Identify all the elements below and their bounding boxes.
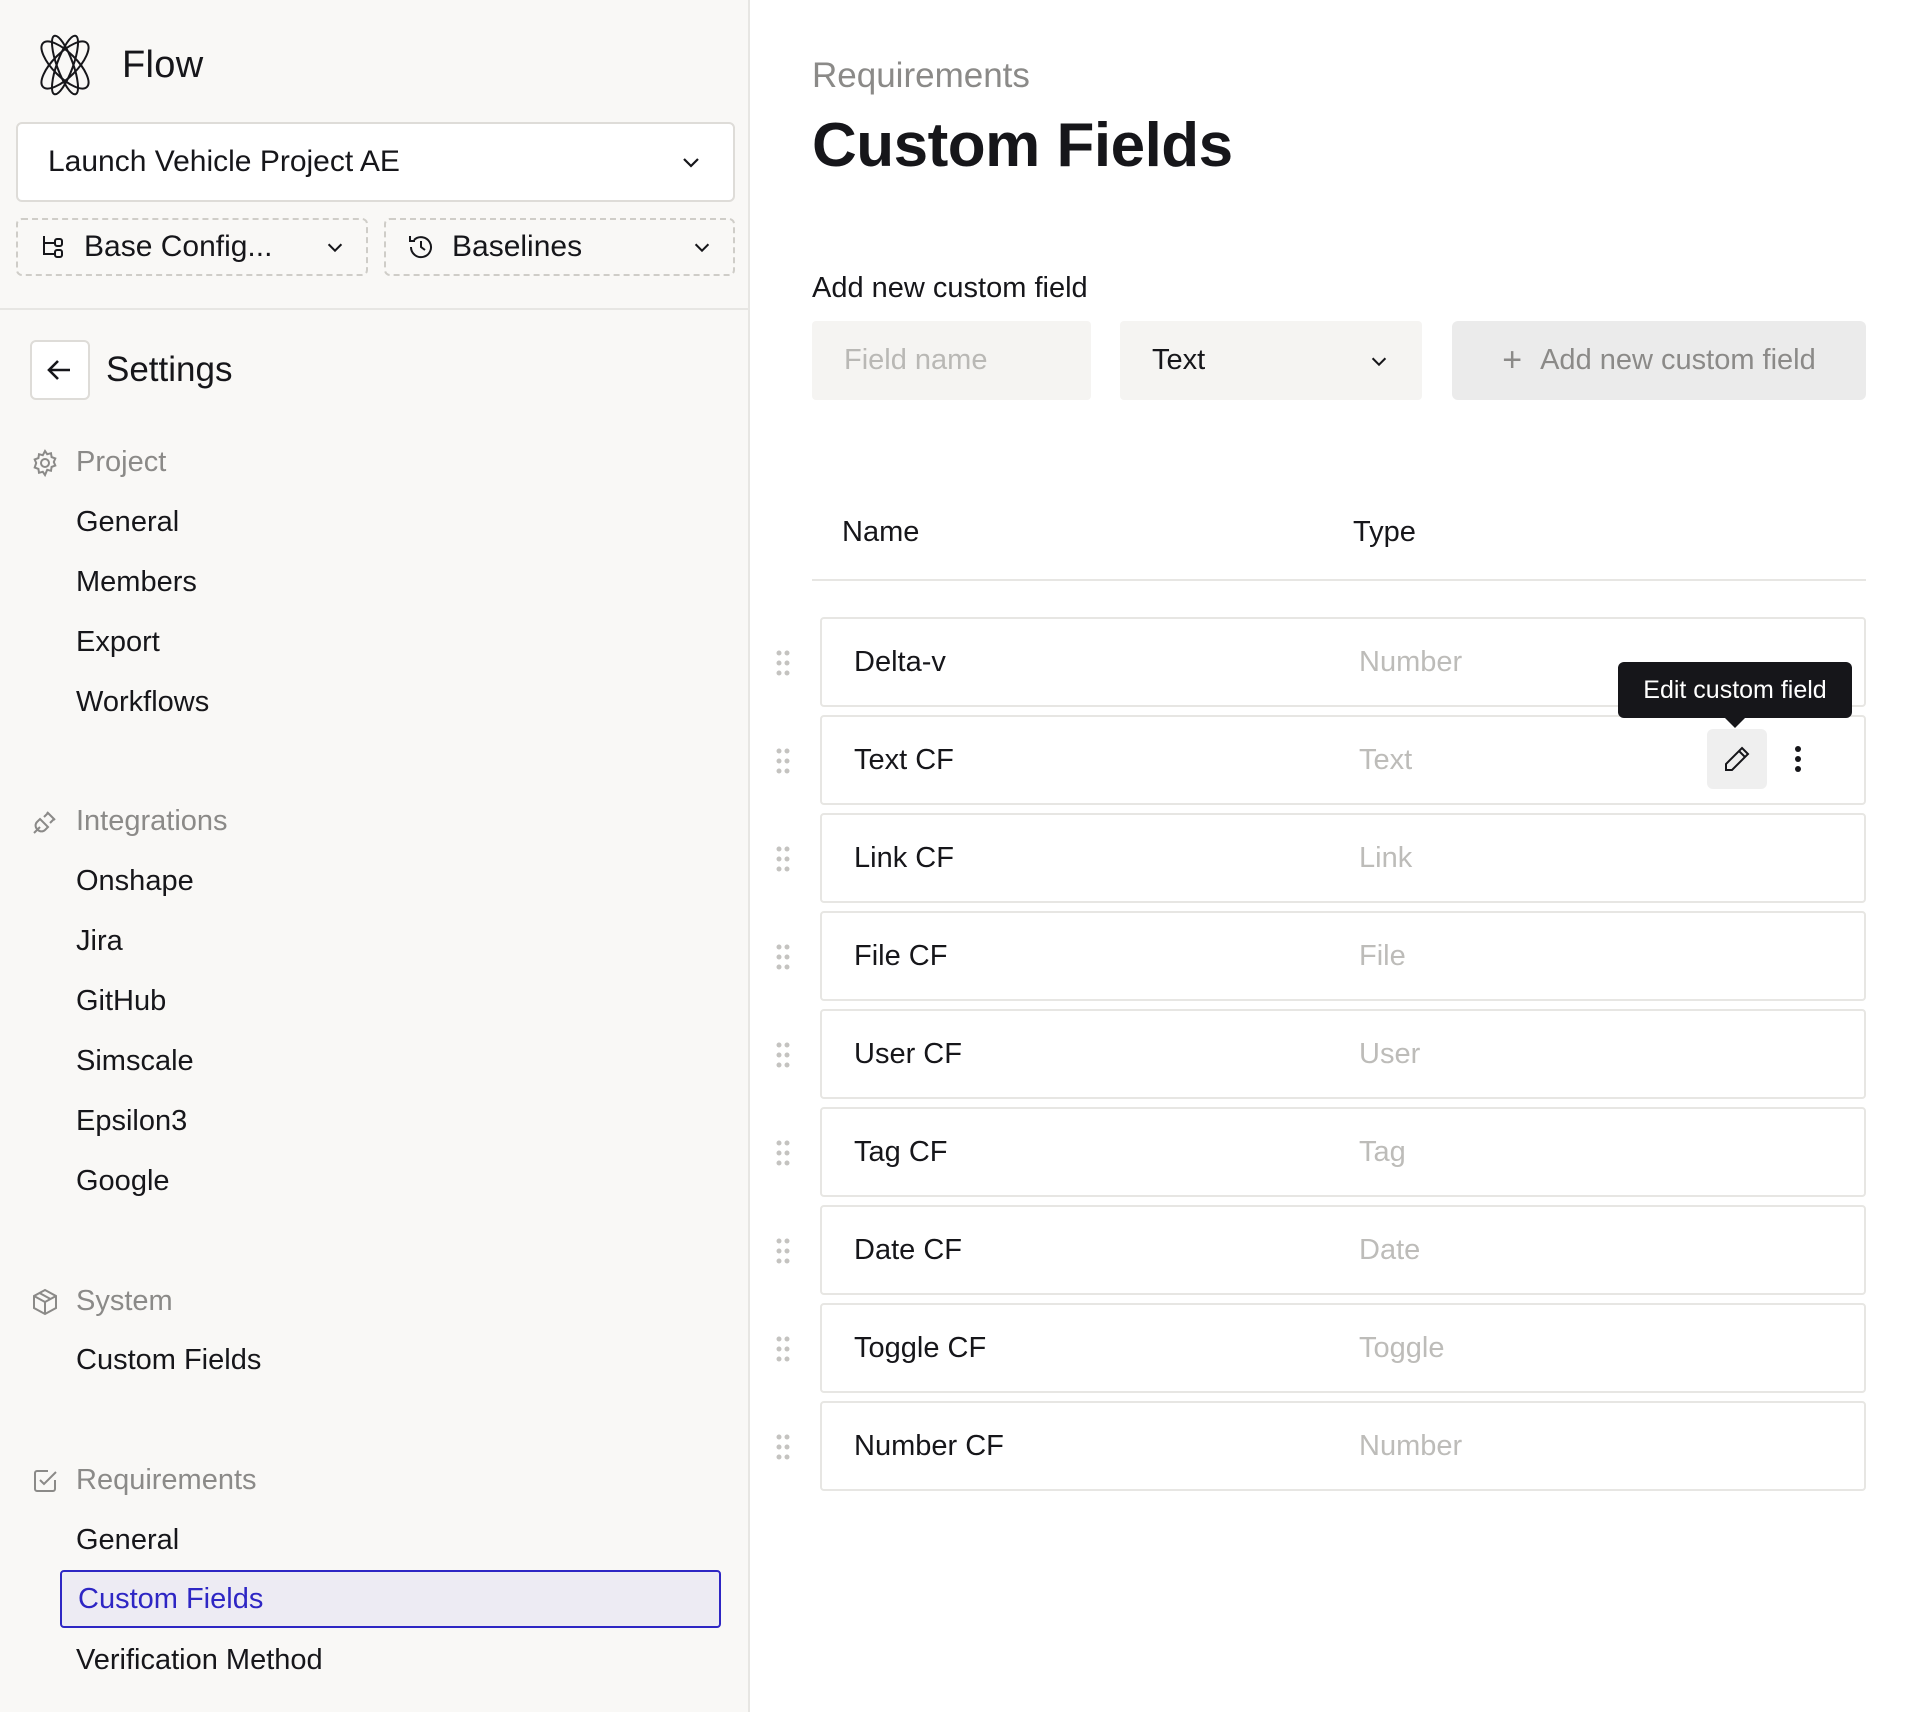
drag-handle-icon[interactable] bbox=[776, 650, 790, 676]
baselines-dropdown[interactable]: Baselines bbox=[384, 218, 735, 276]
row-name: Date CF bbox=[854, 1233, 962, 1266]
table-row[interactable]: Text CF Text bbox=[820, 715, 1866, 805]
table-header-divider bbox=[812, 579, 1866, 581]
nav-group-integrations: Integrations bbox=[30, 805, 228, 838]
add-custom-field-label: Add new custom field bbox=[1540, 344, 1816, 376]
kebab-menu-icon bbox=[1795, 746, 1801, 772]
table-row[interactable]: Tag CF Tag bbox=[820, 1107, 1866, 1197]
nav-group-label: System bbox=[76, 1285, 173, 1317]
config-dropdown[interactable]: Base Config... bbox=[16, 218, 368, 276]
drag-handle-icon[interactable] bbox=[776, 748, 790, 774]
pencil-icon bbox=[1725, 746, 1750, 771]
row-type: Link bbox=[1359, 841, 1413, 874]
table-row[interactable]: Link CF Link bbox=[820, 813, 1866, 903]
project-dropdown-value: Launch Vehicle Project AE bbox=[48, 145, 400, 178]
nav-group-label: Integrations bbox=[76, 805, 228, 837]
add-custom-field-button[interactable]: + Add new custom field bbox=[1452, 321, 1866, 400]
row-name: Tag CF bbox=[854, 1135, 948, 1168]
row-type: Toggle bbox=[1359, 1331, 1445, 1364]
row-name: Delta-v bbox=[854, 645, 946, 678]
history-icon bbox=[409, 236, 432, 259]
nav-item-simscale[interactable]: Simscale bbox=[76, 1039, 194, 1083]
row-name: User CF bbox=[854, 1037, 962, 1070]
drag-handle-icon[interactable] bbox=[776, 944, 790, 970]
flow-logo-icon bbox=[40, 34, 90, 96]
table-row[interactable]: Toggle CF Toggle bbox=[820, 1303, 1866, 1393]
row-type: Number bbox=[1359, 1429, 1463, 1462]
nav-item-verification-method[interactable]: Verification Method bbox=[76, 1638, 323, 1682]
breadcrumb[interactable]: Requirements bbox=[812, 56, 1030, 96]
more-options-button[interactable] bbox=[1778, 729, 1818, 789]
sidebar: Flow Launch Vehicle Project AE Base Conf… bbox=[0, 0, 750, 1712]
brand[interactable]: Flow bbox=[32, 32, 203, 98]
field-type-dropdown[interactable]: Text bbox=[1120, 321, 1422, 400]
arrow-left-icon bbox=[47, 360, 70, 380]
chevron-down-icon bbox=[694, 243, 710, 253]
nav-group-label: Project bbox=[76, 446, 167, 478]
drag-handle-icon[interactable] bbox=[776, 1140, 790, 1166]
edit-tooltip: Edit custom field bbox=[1618, 662, 1852, 728]
row-name: Link CF bbox=[854, 841, 954, 874]
config-dropdown-value: Base Config... bbox=[84, 230, 273, 263]
nav-item-system-custom-fields[interactable]: Custom Fields bbox=[76, 1338, 261, 1382]
row-type: Tag bbox=[1359, 1135, 1406, 1168]
row-type: Date bbox=[1359, 1233, 1421, 1266]
branch-icon bbox=[43, 236, 63, 258]
nav-group-requirements: Requirements bbox=[30, 1464, 257, 1497]
nav-group-system: System bbox=[30, 1285, 173, 1318]
row-name: File CF bbox=[854, 939, 948, 972]
app-name: Flow bbox=[122, 43, 204, 86]
gear-icon bbox=[33, 448, 57, 477]
nav-item-members[interactable]: Members bbox=[76, 560, 197, 604]
field-type-value: Text bbox=[1152, 344, 1206, 376]
column-header-type: Type bbox=[1353, 516, 1416, 548]
drag-handle-icon[interactable] bbox=[776, 1434, 790, 1460]
chevron-down-icon bbox=[327, 243, 343, 253]
nav-item-export[interactable]: Export bbox=[76, 620, 160, 664]
chevron-down-icon bbox=[1371, 357, 1387, 366]
drag-handle-icon[interactable] bbox=[776, 1336, 790, 1362]
nav-group-label: Requirements bbox=[76, 1464, 257, 1496]
edit-custom-field-button[interactable] bbox=[1707, 729, 1767, 789]
row-name: Number CF bbox=[854, 1429, 1004, 1462]
row-name: Text CF bbox=[854, 743, 954, 776]
nav-item-onshape[interactable]: Onshape bbox=[76, 859, 194, 903]
column-header-name: Name bbox=[842, 516, 920, 548]
project-dropdown[interactable]: Launch Vehicle Project AE bbox=[16, 122, 735, 202]
drag-handle-icon[interactable] bbox=[776, 846, 790, 872]
cube-icon bbox=[33, 1288, 57, 1315]
nav-item-project-general[interactable]: General bbox=[76, 500, 179, 544]
checkbox-icon bbox=[34, 1469, 57, 1492]
table-row[interactable]: File CF File bbox=[820, 911, 1866, 1001]
plus-icon: + bbox=[1502, 341, 1523, 379]
settings-title: Settings bbox=[106, 350, 233, 389]
page-title: Custom Fields bbox=[812, 111, 1233, 180]
drag-handle-icon[interactable] bbox=[776, 1042, 790, 1068]
nav-item-workflows[interactable]: Workflows bbox=[76, 680, 209, 724]
row-name: Toggle CF bbox=[854, 1331, 987, 1364]
nav-item-requirements-general[interactable]: General bbox=[76, 1518, 179, 1562]
nav-item-google[interactable]: Google bbox=[76, 1159, 170, 1203]
row-type: Number bbox=[1359, 645, 1463, 678]
plug-icon bbox=[33, 810, 56, 834]
field-name-input[interactable] bbox=[812, 321, 1091, 400]
row-type: User bbox=[1359, 1037, 1421, 1070]
table-row[interactable]: User CF User bbox=[820, 1009, 1866, 1099]
baselines-dropdown-value: Baselines bbox=[452, 230, 583, 263]
nav-group-project: Project bbox=[30, 446, 166, 479]
settings-header: Settings bbox=[30, 340, 232, 400]
add-field-label: Add new custom field bbox=[812, 272, 1088, 304]
row-type: Text bbox=[1359, 743, 1413, 776]
table-row[interactable]: Number CF Number bbox=[820, 1401, 1866, 1491]
nav-item-jira[interactable]: Jira bbox=[76, 919, 123, 963]
nav-item-requirements-custom-fields[interactable]: Custom Fields bbox=[60, 1570, 721, 1628]
nav-item-github[interactable]: GitHub bbox=[76, 979, 166, 1023]
row-type: File bbox=[1359, 939, 1406, 972]
nav-item-epsilon3[interactable]: Epsilon3 bbox=[76, 1099, 187, 1143]
chevron-down-icon bbox=[683, 158, 699, 168]
back-button[interactable] bbox=[30, 340, 90, 400]
table-row[interactable]: Date CF Date bbox=[820, 1205, 1866, 1295]
drag-handle-icon[interactable] bbox=[776, 1238, 790, 1264]
sidebar-divider bbox=[0, 308, 748, 310]
